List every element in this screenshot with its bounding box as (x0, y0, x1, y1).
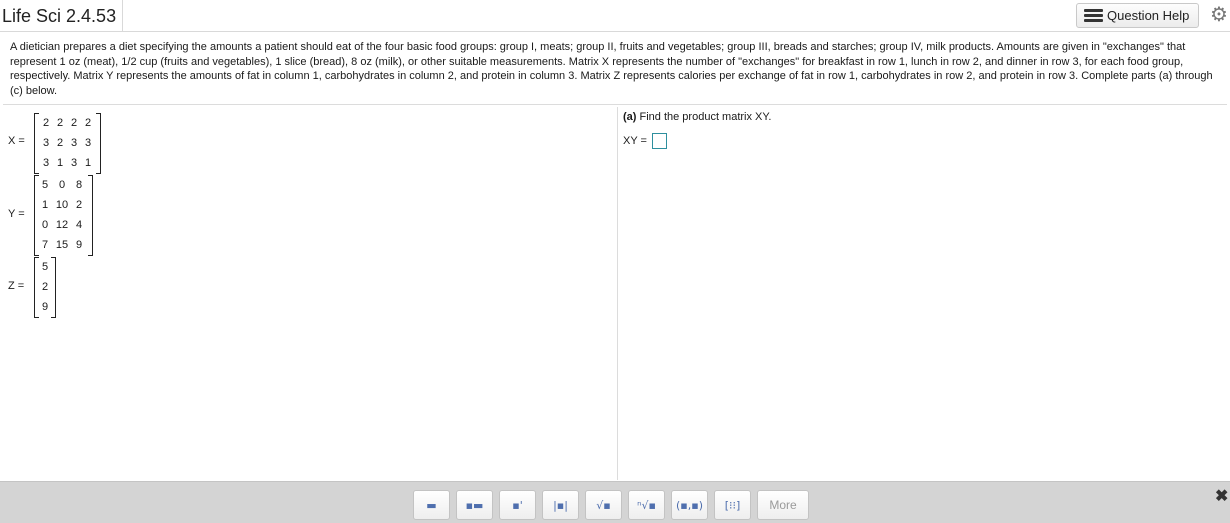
exponent-tool[interactable]: ▪' (499, 490, 536, 520)
question-help-label: Question Help (1107, 8, 1190, 23)
matrix-y-cell: 4 (75, 219, 83, 231)
matrix-y-cell: 9 (75, 239, 83, 251)
matrix-x-cell: 3 (70, 157, 78, 169)
horizontal-divider (3, 104, 1227, 105)
matrix-z-cell: 5 (41, 261, 49, 273)
matrix-x-cell: 2 (70, 117, 78, 129)
matrix-x-cell: 3 (84, 137, 92, 149)
list-icon (1084, 9, 1103, 22)
matrix-x-cell: 1 (56, 157, 64, 169)
matrix-y-cell: 12 (55, 219, 69, 231)
header-bar: Life Sci 2.4.53 Question Help ⚙ (0, 0, 1230, 32)
part-a-prefix: (a) (623, 111, 637, 123)
vertical-divider (617, 107, 618, 480)
matrix-y-cell: 5 (41, 179, 49, 191)
square-root-tool[interactable]: √▪ (585, 490, 622, 520)
matrix-y-cell: 15 (55, 239, 69, 251)
more-button[interactable]: More (757, 490, 809, 520)
matrix-y-cell: 8 (75, 179, 83, 191)
absolute-value-tool[interactable]: |▪| (542, 490, 579, 520)
matrix-y-cell: 7 (41, 239, 49, 251)
matrix-y-cell: 1 (41, 199, 49, 211)
xy-answer-input[interactable] (652, 133, 667, 149)
matrix-x-cell: 1 (84, 157, 92, 169)
matrix-x: 2222 3233 3131 (34, 113, 101, 174)
matrix-y: 508 1 10 2 0 12 4 7 15 9 (34, 175, 93, 256)
matrix-y-cell: 0 (58, 179, 66, 191)
part-a-text: Find the product matrix XY. (636, 111, 772, 123)
matrix-y-cell: 10 (55, 199, 69, 211)
matrix-z-cell: 2 (41, 281, 49, 293)
matrix-x-cell: 2 (56, 117, 64, 129)
matrix-z-cell: 9 (41, 301, 49, 313)
ordered-pair-tool[interactable]: (▪,▪) (671, 490, 708, 520)
matrix-y-label: Y = (8, 208, 25, 220)
matrix-tool[interactable]: [⁝⁝] (714, 490, 751, 520)
nth-root-tool[interactable]: ⁿ√▪ (628, 490, 665, 520)
fraction-tool[interactable]: ▬ (413, 490, 450, 520)
matrix-x-cell: 2 (84, 117, 92, 129)
matrix-z-label: Z = (8, 280, 25, 292)
matrix-x-cell: 3 (70, 137, 78, 149)
matrix-y-cell: 0 (41, 219, 49, 231)
matrix-x-cell: 2 (42, 117, 50, 129)
math-toolbar: ▬ ▪▬ ▪' |▪| √▪ ⁿ√▪ (▪,▪) [⁝⁝] More (0, 481, 1230, 523)
mixed-number-tool[interactable]: ▪▬ (456, 490, 493, 520)
matrix-y-cell: 2 (75, 199, 83, 211)
matrix-z: 5 2 9 (34, 257, 56, 318)
problem-statement: A dietician prepares a diet specifying t… (10, 41, 1213, 97)
matrix-x-cell: 3 (42, 137, 50, 149)
part-a-prompt: (a) Find the product matrix XY. (623, 111, 771, 123)
question-help-button[interactable]: Question Help (1076, 3, 1199, 28)
page-title: Life Sci 2.4.53 (0, 0, 124, 32)
gear-icon[interactable]: ⚙ (1209, 4, 1229, 26)
matrix-x-cell: 3 (42, 157, 50, 169)
matrix-x-cell: 2 (56, 137, 64, 149)
close-icon[interactable]: ✖ (1215, 486, 1228, 506)
xy-answer-label: XY = (623, 135, 647, 147)
matrix-x-label: X = (8, 135, 25, 147)
